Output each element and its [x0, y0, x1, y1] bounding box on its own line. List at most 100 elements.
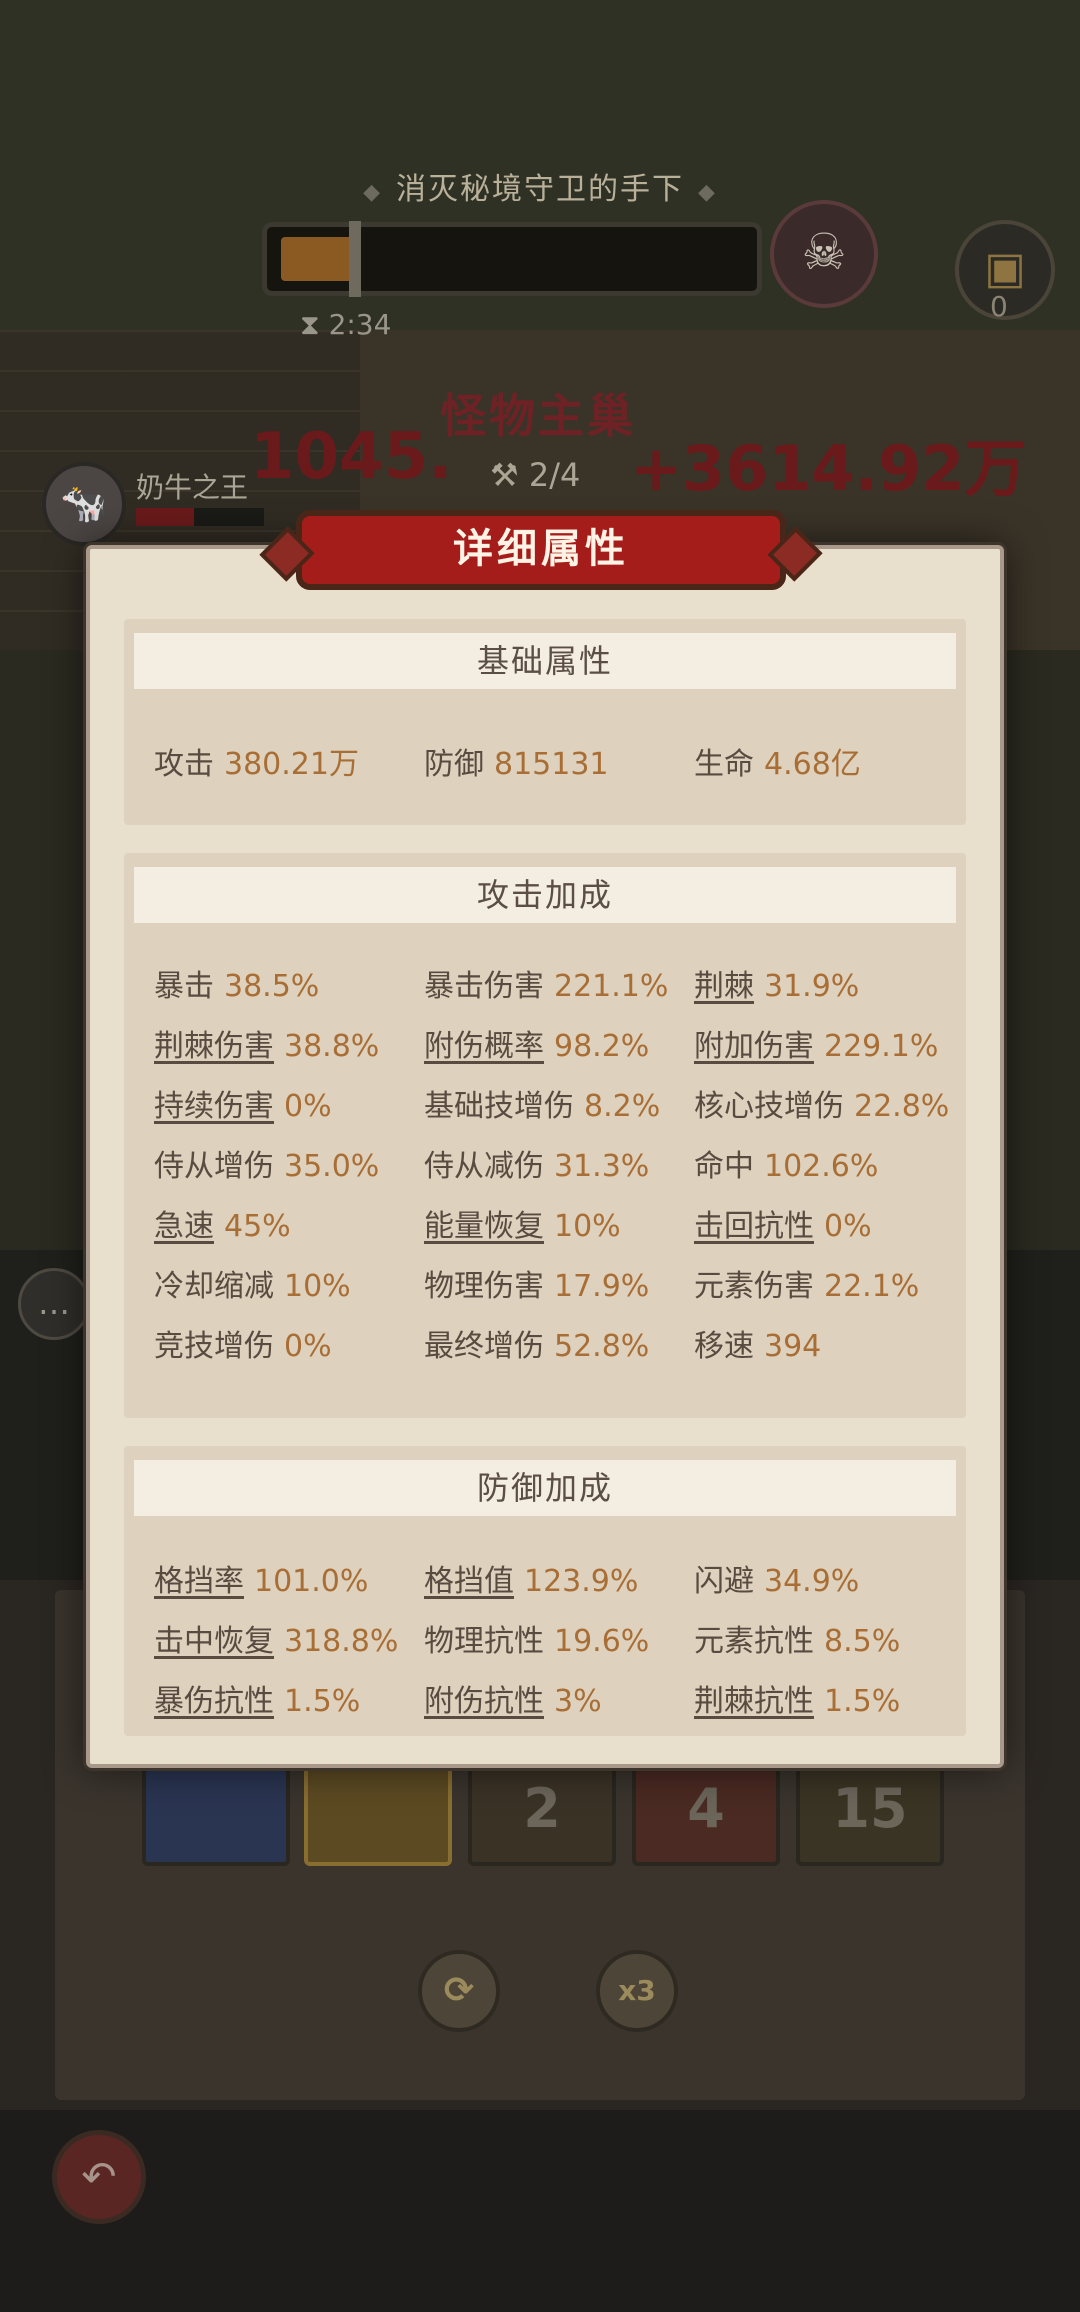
stat-label[interactable]: 附伤抗性	[424, 1684, 544, 1719]
stat-link[interactable]: 荆棘抗性 1.5%	[694, 1676, 900, 1720]
stat-label: 竞技增伤	[154, 1329, 274, 1364]
player-avatar[interactable]: 🐄	[42, 462, 126, 546]
stat-link[interactable]: 附伤抗性 3%	[424, 1676, 602, 1720]
stat-label[interactable]: 荆棘抗性	[694, 1684, 814, 1719]
section-title: 攻击加成	[476, 876, 613, 914]
stat-value: 102.6%	[764, 1149, 879, 1184]
stat-link[interactable]: 急速 45%	[154, 1201, 291, 1245]
stat-link[interactable]: 暴伤抗性 1.5%	[154, 1676, 360, 1720]
chat-icon[interactable]: …	[18, 1268, 90, 1340]
skill-slot-1[interactable]	[142, 1752, 290, 1866]
stat-link[interactable]: 荆棘伤害 38.8%	[154, 1021, 379, 1065]
player-name: 奶牛之王	[136, 471, 249, 504]
stat-link[interactable]: 持续伤害 0%	[154, 1081, 332, 1125]
stat-value: 19.6%	[554, 1624, 650, 1659]
stage-progress-bar	[262, 221, 762, 297]
stat-value: 229.1%	[824, 1029, 939, 1064]
stat-link[interactable]: 格挡值 123.9%	[424, 1556, 638, 1600]
stat-label[interactable]: 荆棘伤害	[154, 1029, 274, 1064]
stat-label[interactable]: 附伤概率	[424, 1029, 544, 1064]
stat-label: 侍从增伤	[154, 1149, 274, 1184]
stat-label[interactable]: 暴伤抗性	[154, 1684, 274, 1719]
stat-label: 物理伤害	[424, 1269, 544, 1304]
damage-number-right: +3614.92万	[630, 432, 1027, 505]
stat-link[interactable]: 附加伤害 229.1%	[694, 1021, 938, 1065]
skill-slot-4[interactable]: 4	[632, 1752, 780, 1866]
stat-value: 38.8%	[284, 1029, 380, 1064]
stat-label: 暴击伤害	[424, 969, 544, 1004]
stat-item: 命中 102.6%	[694, 1141, 878, 1185]
stat-item: 侍从减伤 31.3%	[424, 1141, 649, 1185]
stat-link[interactable]: 能量恢复 10%	[424, 1201, 621, 1245]
stat-link[interactable]: 击回抗性 0%	[694, 1201, 872, 1245]
player-hp-fill	[136, 508, 194, 526]
stat-item: 闪避 34.9%	[694, 1556, 859, 1600]
speed-multiplier-button[interactable]: x3	[596, 1950, 678, 2032]
stat-label: 基础技增伤	[424, 1089, 574, 1124]
stat-label: 最终增伤	[424, 1329, 544, 1364]
refresh-icon[interactable]: ⟳	[418, 1950, 500, 2032]
stage-progress-fill	[281, 237, 356, 281]
chest-count: 0	[990, 290, 1008, 323]
stat-label[interactable]: 能量恢复	[424, 1209, 544, 1244]
basic-attributes-panel: 基础属性 攻击 380.21万 防御 815131 生命 4.68亿	[124, 619, 966, 825]
stat-value: 35.0%	[284, 1149, 380, 1184]
stat-value: 8.5%	[824, 1624, 901, 1659]
stat-label[interactable]: 击中恢复	[154, 1624, 274, 1659]
stat-value: 34.9%	[764, 1564, 860, 1599]
stat-link[interactable]: 荆棘 31.9%	[694, 961, 859, 1005]
stat-item: 物理抗性 19.6%	[424, 1616, 649, 1660]
stat-label[interactable]: 持续伤害	[154, 1089, 274, 1124]
stat-item: 冷却缩减 10%	[154, 1261, 351, 1305]
stat-defense: 防御 815131	[424, 747, 609, 782]
stat-link[interactable]: 击中恢复 318.8%	[154, 1616, 398, 1660]
stat-value: 31.9%	[764, 969, 860, 1004]
wave-counter: ⚒ 2/4	[490, 456, 581, 494]
stat-value: 221.1%	[554, 969, 669, 1004]
attack-bonus-panel: 攻击加成 暴击 38.5% 暴击伤害 221.1% 荆棘 31.9% 荆棘伤害 38.8% 附伤…	[124, 853, 966, 1418]
attack-bonus-header: 攻击加成	[134, 867, 956, 923]
back-arrow-icon[interactable]: ↶	[52, 2130, 146, 2224]
stat-label[interactable]: 格挡值	[424, 1564, 514, 1599]
stat-link[interactable]: 附伤概率 98.2%	[424, 1021, 649, 1065]
stat-label: 核心技增伤	[694, 1089, 844, 1124]
stat-value: 318.8%	[284, 1624, 399, 1659]
stat-item: 竞技增伤 0%	[154, 1321, 332, 1365]
dialog-title-banner: 详细属性	[296, 510, 786, 590]
objective-text: ◆ 消灭秘境守卫的手下 ◆	[363, 172, 717, 207]
section-title: 防御加成	[476, 1469, 613, 1507]
skill-slot-2[interactable]	[304, 1752, 452, 1866]
stat-value: 31.3%	[554, 1149, 650, 1184]
hourglass-icon: ⧗	[300, 308, 320, 341]
stat-label[interactable]: 附加伤害	[694, 1029, 814, 1064]
skill-slot-3[interactable]: 2	[468, 1752, 616, 1866]
stat-link[interactable]: 格挡率 101.0%	[154, 1556, 368, 1600]
stat-value: 3%	[554, 1684, 602, 1719]
stat-value: 52.8%	[554, 1329, 650, 1364]
axe-icon: ⚒	[490, 456, 519, 494]
stat-label: 命中	[694, 1149, 754, 1184]
stat-attack: 攻击 380.21万	[154, 747, 359, 782]
stat-label[interactable]: 格挡率	[154, 1564, 244, 1599]
stat-label[interactable]: 荆棘	[694, 969, 754, 1004]
damage-number-left: 1045.	[250, 420, 453, 494]
stat-value: 10%	[284, 1269, 351, 1304]
stat-label: 暴击	[154, 969, 214, 1004]
player-hp-bar	[136, 508, 264, 526]
stat-label[interactable]: 击回抗性	[694, 1209, 814, 1244]
boss-skull-icon[interactable]: ☠	[770, 200, 878, 308]
stat-item: 物理伤害 17.9%	[424, 1261, 649, 1305]
stat-value: 0%	[824, 1209, 872, 1244]
stat-label[interactable]: 急速	[154, 1209, 214, 1244]
stat-value: 0%	[284, 1329, 332, 1364]
stat-value: 10%	[554, 1209, 621, 1244]
skill-slot-5[interactable]: 15	[796, 1752, 944, 1866]
stat-value: 8.2%	[584, 1089, 661, 1124]
stat-value: 394	[764, 1329, 822, 1364]
bottom-nav	[0, 2110, 1080, 2312]
stat-value: 45%	[224, 1209, 291, 1244]
stat-label: 元素抗性	[694, 1624, 814, 1659]
stat-value: 123.9%	[524, 1564, 639, 1599]
defense-bonus-header: 防御加成	[134, 1460, 956, 1516]
stat-item: 侍从增伤 35.0%	[154, 1141, 379, 1185]
